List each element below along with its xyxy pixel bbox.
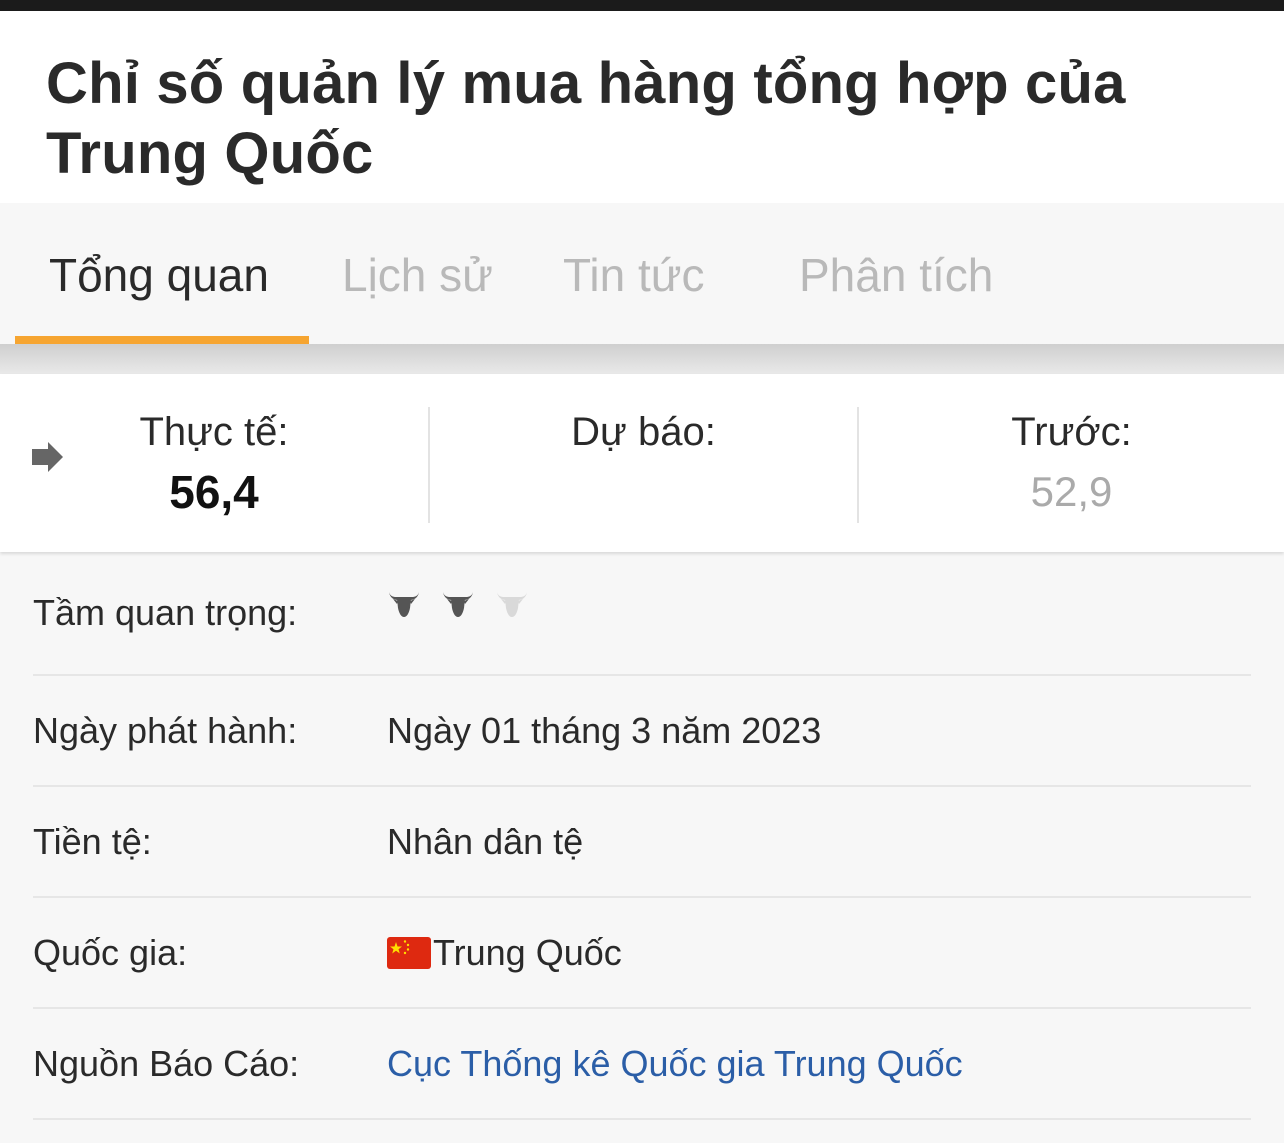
tab-overview[interactable]: Tổng quan [15, 203, 309, 344]
stat-actual-value: 56,4 [169, 466, 259, 518]
source-label: Nguồn Báo Cáo: [33, 1042, 300, 1084]
source-link[interactable]: Cục Thống kê Quốc gia Trung Quốc [387, 1043, 963, 1085]
tab-label: Tổng quan [49, 249, 269, 301]
stat-forecast: Dự báo: [428, 407, 857, 523]
release-date-label: Ngày phát hành: [33, 709, 298, 751]
tab-label: Tin tức [563, 249, 705, 301]
status-bar [0, 0, 1284, 11]
country-label: Quốc gia: [33, 931, 188, 973]
detail-row-importance: Tầm quan trọng: [33, 552, 1251, 676]
stat-previous: Trước: 52,9 [857, 407, 1284, 523]
detail-row-source: Nguồn Báo Cáo: Cục Thống kê Quốc gia Tru… [33, 1009, 1251, 1120]
stats-panel: Thực tế: 56,4 Dự báo: Trước: 52,9 [0, 374, 1284, 552]
currency-value: Nhân dân tệ [387, 820, 584, 862]
tab-analysis[interactable]: Phân tích [799, 203, 1099, 344]
detail-row-country: Quốc gia: Trung Quốc [33, 898, 1251, 1009]
details-list: Tầm quan trọng: Ngày phát hành: Ngày 01 … [0, 552, 1284, 1120]
importance-rating [387, 589, 529, 619]
stat-actual-label: Thực tế: [139, 410, 289, 454]
bull-icon [497, 592, 527, 617]
page-title: Chỉ số quản lý mua hàng tổng hợp của Tru… [46, 51, 1126, 186]
importance-label: Tầm quan trọng: [33, 592, 298, 633]
release-date-value: Ngày 01 tháng 3 năm 2023 [387, 709, 822, 751]
page-header: Chỉ số quản lý mua hàng tổng hợp của Tru… [0, 11, 1284, 203]
detail-row-release-date: Ngày phát hành: Ngày 01 tháng 3 năm 2023 [33, 676, 1251, 787]
tab-label: Lịch sử [342, 249, 493, 301]
tab-history[interactable]: Lịch sử [309, 203, 563, 344]
stat-previous-label: Trước: [1011, 410, 1132, 454]
country-value: Trung Quốc [433, 931, 622, 973]
stat-forecast-label: Dự báo: [571, 410, 716, 454]
stat-actual: Thực tế: 56,4 [0, 374, 428, 552]
active-tab-indicator [15, 336, 309, 344]
tab-bar: Tổng quan Lịch sử Tin tức Phân tích [0, 203, 1284, 344]
detail-row-currency: Tiền tệ: Nhân dân tệ [33, 787, 1251, 898]
divider [0, 344, 1284, 374]
tab-label: Phân tích [799, 249, 994, 301]
currency-label: Tiền tệ: [33, 820, 152, 862]
bull-icon [389, 592, 419, 617]
tab-news[interactable]: Tin tức [563, 203, 799, 344]
stat-previous-value: 52,9 [1030, 468, 1113, 515]
china-flag-icon [387, 936, 431, 969]
bull-icon [443, 592, 473, 617]
